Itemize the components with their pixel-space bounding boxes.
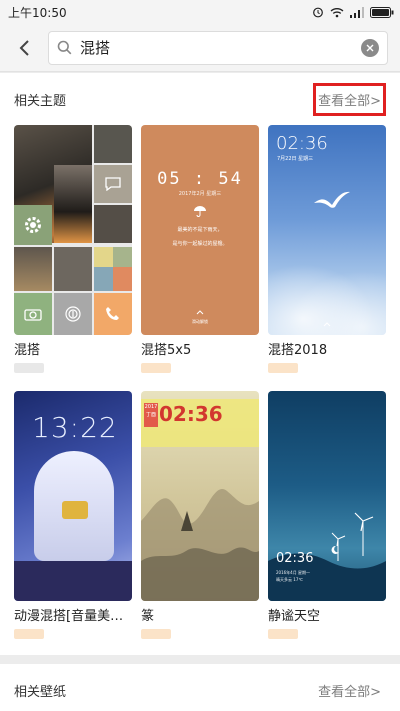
theme-card[interactable]: 混搭 [14,125,132,373]
back-button[interactable] [10,34,38,62]
settings-tile [14,205,52,245]
phone-icon [106,307,119,320]
chevron-up-icon [323,322,331,327]
theme-card[interactable]: 05 : 54 2017年2月 星期三 最美的不是下雨天， 是与你一起躲过的屋檐… [141,125,259,373]
theme-name: 静谧天空 [268,609,321,624]
road-tile [54,165,92,243]
verse-line-1: 最美的不是下雨天， [177,227,223,233]
status-icons [312,6,394,18]
seagull-icon [314,191,350,208]
theme-card[interactable]: 13:22 动漫混搭[音量美… [14,391,132,639]
alarm-icon [313,7,323,18]
search-box[interactable] [48,30,388,65]
theme-thumbnail: 02:36 2016年4月 星期一 晴天多云 17℃ [268,391,386,601]
status-time: 上午10:50 [8,5,67,20]
date-stamp: 2017 丁酉 [144,403,158,427]
chevron-up-icon [196,310,204,315]
anime-bow [62,501,88,519]
theme-name: 篆 [141,609,155,624]
info-line-1: 2016年4月 星期一 [276,570,310,575]
section-title: 相关主题 [14,93,67,109]
message-tile [94,165,132,203]
anime-skirt [14,561,132,601]
lock-clock: 02:36 [276,133,328,154]
theme-thumbnail [14,125,132,335]
lock-clock: 13:22 [32,411,118,444]
price-tag [268,629,298,639]
theme-name: 动漫混搭[音量美… [14,609,124,624]
theme-thumbnail: 05 : 54 2017年2月 星期三 最美的不是下雨天， 是与你一起躲过的屋檐… [141,125,259,335]
lock-verse: 最美的不是下雨天， 是与你一起躲过的屋檐。 [141,223,259,251]
theme-grid: 混搭 05 : 54 2017年2月 星期三 最美的不是下雨天， 是与你一起躲过… [0,125,400,645]
price-tag [141,363,171,373]
theme-thumbnail: 2017 丁酉 02:36 [141,391,259,601]
gear-icon [25,217,41,233]
theme-card[interactable]: 02:36 7月22日 星期三 混搭2018 [268,125,386,373]
theme-name: 混搭2018 [268,343,328,358]
search-header [0,24,400,72]
theme-name: 混搭5x5 [141,343,192,358]
status-bar: 上午10:50 [0,0,400,24]
camera-tile [14,293,52,335]
wifi-icon [330,7,344,17]
clear-icon [366,44,374,51]
theme-name: 混搭 [14,343,41,358]
theme-thumbnail: 13:22 [14,391,132,601]
lock-clock: 02:36 [276,551,314,566]
search-input[interactable] [80,38,361,57]
street-tile [54,247,92,291]
unlock-hint: 滑动解锁 [192,319,208,324]
lock-clock: 02:36 [159,402,223,426]
price-tag [141,629,171,639]
lock-date: 7月22日 星期三 [277,156,314,162]
lock-clock: 05 : 54 [157,169,243,189]
phone-tile [94,293,132,335]
search-icon [57,40,72,55]
mini-tile-blue [94,267,113,291]
verse-line-2: 是与你一起躲过的屋檐。 [172,241,228,247]
lock-date: 2017年2月 星期三 [178,191,222,197]
back-arrow-icon [19,39,29,56]
signal-icon [350,6,364,18]
info-line-2: 晴天多云 17℃ [276,577,303,582]
theme-card[interactable]: 2017 丁酉 02:36 篆 [141,391,259,639]
mini-tile-green [113,247,132,267]
fingerprint-icon [65,306,81,322]
theme-thumbnail: 02:36 7月22日 星期三 [268,125,386,335]
see-all-themes-link[interactable]: 查看全部> [313,82,386,116]
price-tag [14,363,44,373]
dark-tile [94,205,132,243]
theme-card[interactable]: 02:36 2016年4月 星期一 晴天多云 17℃ 静谧天空 [268,391,386,639]
clear-search-button[interactable] [361,38,379,57]
mini-tile-yellow [94,247,113,267]
price-tag [14,629,44,639]
people-tile [14,247,52,291]
related-themes-section: 相关主题 查看全部> 混搭 05: 54 2017年2月 星期三 最美的不是下… [0,73,400,655]
mini-tile-orange [113,267,132,291]
moon-icon [331,545,339,554]
battery-icon [370,6,394,18]
price-tag [268,363,298,373]
message-icon [105,177,121,191]
lock-info: 2016年4月 星期一 晴天多云 17℃ [276,569,310,583]
fingerprint-tile [54,293,92,335]
umbrella-icon [194,206,206,217]
related-wallpapers-section: 相关壁纸 查看全部> [0,664,400,711]
see-all-wallpapers-link[interactable]: 查看全部> [313,674,386,707]
section-title: 相关壁纸 [14,684,67,700]
camera-icon [24,309,42,321]
landscape-painting [141,488,259,601]
photo-tile [94,125,132,163]
